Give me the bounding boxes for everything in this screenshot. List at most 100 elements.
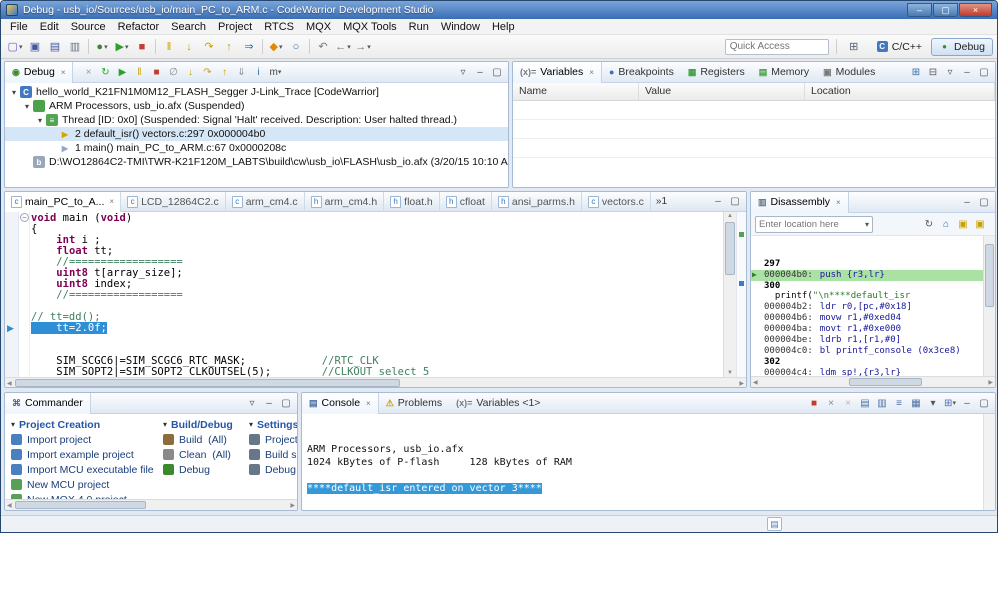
terminate-icon[interactable]: ■ (133, 38, 151, 56)
section-expander-icon[interactable]: ▾ (11, 420, 15, 429)
commander-item-debug-settings[interactable]: Debug settings (249, 462, 297, 477)
debug-tree-item[interactable]: ▾ ≡ Thread [ID: 0x0] (Suspended: Signal 'H… (5, 113, 508, 127)
maximize-button[interactable]: ▢ (933, 3, 958, 17)
fold-collapse-icon[interactable]: − (20, 213, 29, 222)
instruction-stepping-icon[interactable]: ⇒ (240, 38, 258, 56)
tree-expander-icon[interactable]: ▾ (35, 116, 45, 125)
remove-all-terminated-icon[interactable]: × (80, 64, 96, 80)
disassembly-line[interactable]: 000004c0: bl printf_console (0x3ce8) (751, 346, 995, 357)
commander-item-project-settings[interactable]: Project settings (249, 432, 297, 447)
tree-expander-icon[interactable]: ▾ (22, 102, 32, 111)
editor-tab-arm-cm4-c[interactable]: c arm_cm4.c (226, 192, 305, 212)
menu-project[interactable]: Project (212, 20, 258, 34)
display-selected-console-icon[interactable]: ▾ (925, 395, 941, 411)
code-editor[interactable]: ▶ − void main (void){ int i ; float tt; … (5, 212, 746, 387)
editor-tab-lcd-12864c2-c[interactable]: c LCD_12864C2.c (121, 192, 226, 212)
console-output[interactable]: ARM Processors, usb_io.afx 1024 kBytes of… (302, 414, 995, 510)
multicore-resume-icon[interactable]: m ▾ (267, 64, 283, 80)
instruction-stepping-mode-icon[interactable]: i (250, 64, 266, 80)
tree-expander-icon[interactable]: ▾ (9, 88, 19, 97)
code-line[interactable]: uint8 t[array_size]; (31, 268, 723, 279)
editor-tab-cfloat[interactable]: h cfloat (440, 192, 492, 212)
print-icon[interactable]: ▥ (66, 38, 84, 56)
restart-icon[interactable]: ↻ (97, 64, 113, 80)
disassembly-line[interactable]: ▶ 000004b0: push {r3,lr} (751, 269, 995, 281)
step-return-icon[interactable]: ↑ (216, 64, 232, 80)
maximize-icon[interactable]: ▢ (976, 194, 992, 210)
column-header-location[interactable]: Location (805, 83, 995, 100)
editor-vertical-scrollbar[interactable] (723, 212, 736, 377)
console-tab-problems[interactable]: ⚠ Problems (379, 393, 449, 414)
remove-launch-icon[interactable]: × (823, 395, 839, 411)
perspective-c-c[interactable]: C C/C++ (870, 39, 929, 55)
show-type-names-icon[interactable]: ⊞ (908, 64, 924, 80)
clear-console-icon[interactable]: ▤ (857, 395, 873, 411)
refresh-icon[interactable]: ↻ (921, 216, 937, 232)
commander-tab-commander[interactable]: ⌘ Commander (5, 393, 91, 414)
commander-section-header[interactable]: ▾ Project Creation (11, 417, 154, 432)
menu-source[interactable]: Source (65, 20, 112, 34)
maximize-icon[interactable]: ▢ (489, 64, 505, 80)
variables-tab-variables[interactable]: (x)= Variables × (513, 62, 602, 83)
background-jobs-icon[interactable]: ▤ (767, 517, 782, 531)
debug-tree-item[interactable]: ▶ 2 default_isr() vectors.c:297 0x000004b… (5, 127, 508, 141)
code-line[interactable] (31, 301, 723, 312)
console-line[interactable]: ARM Processors, usb_io.afx (307, 443, 990, 456)
view-menu-icon[interactable]: ▿ (942, 64, 958, 80)
editor-tab-vectors-c[interactable]: c vectors.c (582, 192, 651, 212)
commander-item-import-example-project[interactable]: Import example project (11, 447, 154, 462)
console-line[interactable]: 1024 kBytes of P-flash 128 kBytes of RAM (307, 456, 990, 469)
view-menu-icon[interactable]: ▿ (455, 64, 471, 80)
code-line[interactable]: int i ; (31, 235, 723, 246)
disassembly-line[interactable]: 000004b2: ldr r0,[pc,#0x18] (751, 302, 995, 313)
step-return-icon[interactable]: ↑ (220, 38, 238, 56)
close-tab-icon[interactable]: × (61, 68, 66, 77)
minimize-icon[interactable]: – (261, 395, 277, 411)
suspend-icon[interactable]: ‖ (160, 38, 178, 56)
commander-section-header[interactable]: ▾ Settings (249, 417, 297, 432)
location-combo[interactable]: Enter location here (755, 215, 873, 233)
column-header-name[interactable]: Name (513, 83, 639, 100)
maximize-icon[interactable]: ▢ (278, 395, 294, 411)
disassembly-vertical-scrollbar[interactable] (983, 236, 995, 377)
disassembly-tab-disassembly[interactable]: ▥ Disassembly × (751, 192, 849, 213)
scrollbar-thumb[interactable] (985, 244, 994, 308)
suspend-icon[interactable]: ‖ (131, 64, 147, 80)
editor-overview-ruler[interactable] (736, 212, 746, 377)
disassembly-line[interactable]: 000004ba: movt r1,#0xe000 (751, 324, 995, 335)
commander-section-header[interactable]: ▾ Build/Debug (163, 417, 233, 432)
maximize-icon[interactable]: ▢ (976, 395, 992, 411)
minimize-icon[interactable]: – (959, 395, 975, 411)
variables-tab-registers[interactable]: ▦ Registers (681, 62, 752, 83)
variables-tab-modules[interactable]: ▣ Modules (816, 62, 882, 83)
console-line[interactable] (307, 469, 990, 482)
close-tab-icon[interactable]: × (589, 68, 594, 77)
disconnect-icon[interactable]: ∅ (165, 64, 181, 80)
console-vertical-scrollbar[interactable] (983, 414, 995, 510)
disassembly-line[interactable]: 000004be: ldrb r1,[r1,#0] (751, 335, 995, 346)
close-tab-icon[interactable]: × (109, 197, 114, 206)
terminate-icon[interactable]: ■ (806, 395, 822, 411)
menu-edit[interactable]: Edit (34, 20, 65, 34)
variables-tab-memory[interactable]: ▤ Memory (752, 62, 816, 83)
step-into-icon[interactable]: ↓ (182, 64, 198, 80)
disassembly-horizontal-scrollbar[interactable] (751, 376, 995, 387)
code-line[interactable]: SIM_SOPT2|=SIM_SOPT2_CLKOUTSEL(5); //CLK… (31, 367, 723, 378)
forward-icon[interactable]: → ▾ (354, 38, 372, 56)
editor-tab-float-h[interactable]: h float.h (384, 192, 440, 212)
editor-tab-main-pc-to-a[interactable]: c main_PC_to_A... × (5, 192, 122, 212)
commander-horizontal-scrollbar[interactable] (5, 499, 297, 510)
disassembly-line[interactable]: 300 (751, 281, 995, 292)
resume-icon[interactable]: ▶ (114, 64, 130, 80)
code-line[interactable]: tt=2.0f; (31, 322, 723, 334)
scrollbar-thumb[interactable] (15, 501, 147, 509)
minimize-icon[interactable]: – (710, 194, 726, 210)
console-tab-variables-1[interactable]: (x)= Variables <1> (449, 393, 547, 414)
menu-refactor[interactable]: Refactor (112, 20, 166, 34)
debug-icon[interactable]: ● ▾ (93, 38, 111, 56)
open-console-icon[interactable]: ⊞ ▾ (942, 395, 958, 411)
editor-horizontal-scrollbar[interactable] (5, 377, 746, 387)
code-line[interactable]: { (31, 224, 723, 235)
new-wizard-icon[interactable]: ▢ ▾ (6, 38, 24, 56)
step-over-icon[interactable]: ↷ (200, 38, 218, 56)
